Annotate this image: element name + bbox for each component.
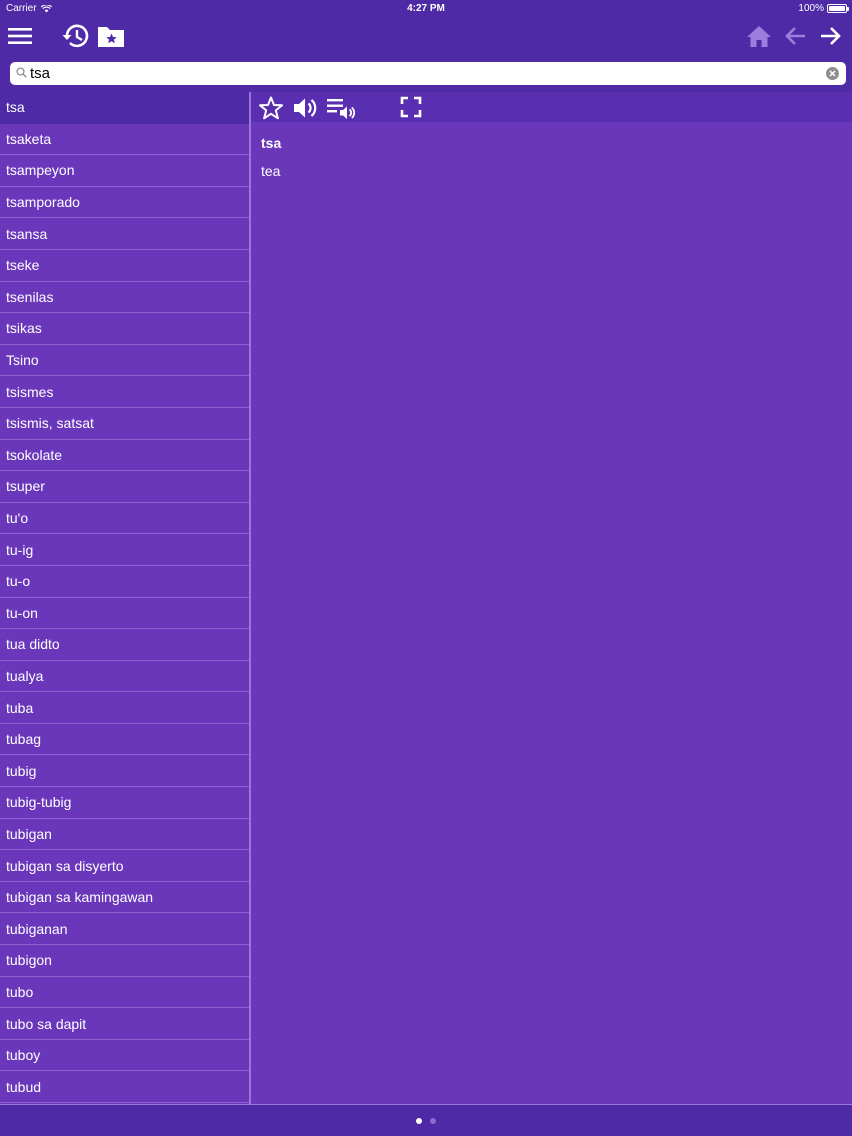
battery-percent: 100% (798, 3, 824, 14)
word-list-item[interactable]: tu-on (0, 598, 249, 630)
word-list-item[interactable]: tsuper (0, 471, 249, 503)
search-bar[interactable] (10, 62, 846, 85)
word-list-item[interactable]: tua didto (0, 629, 249, 661)
word-list-item[interactable]: tubag (0, 724, 249, 756)
word-list-item[interactable]: Tsino (0, 345, 249, 377)
star-icon[interactable] (258, 96, 284, 120)
word-list-item[interactable]: tubiganan (0, 913, 249, 946)
page-dot[interactable] (430, 1118, 436, 1124)
word-list-item[interactable]: tubud (0, 1071, 249, 1103)
clear-search-icon[interactable] (826, 67, 839, 80)
search-icon (16, 67, 27, 78)
word-list-item[interactable]: tsa (0, 92, 249, 124)
word-list-item[interactable]: tsaketa (0, 124, 249, 156)
speaker-icon[interactable] (292, 96, 318, 120)
word-list-item[interactable]: tsikas (0, 313, 249, 345)
word-list-item[interactable]: tsansa (0, 218, 249, 250)
arrow-left-icon[interactable] (782, 24, 808, 48)
status-time: 4:27 PM (407, 3, 445, 14)
playlist-audio-icon[interactable] (326, 96, 356, 120)
hamburger-icon[interactable] (6, 24, 34, 48)
history-clock-icon[interactable] (60, 22, 90, 50)
word-list-item[interactable]: tubo (0, 977, 249, 1009)
word-list-item[interactable]: tsampeyon (0, 155, 249, 187)
page-indicator[interactable] (0, 1118, 852, 1124)
word-list-item[interactable]: tubo sa dapit (0, 1008, 249, 1040)
word-list-item[interactable]: tubigon (0, 945, 249, 977)
page-dot[interactable] (416, 1118, 422, 1124)
word-list-item[interactable]: tsismes (0, 376, 249, 408)
word-list-item[interactable]: tubig-tubig (0, 787, 249, 819)
word-list-item[interactable]: tubigan sa kamingawan (0, 882, 249, 914)
definition-text: tea (261, 163, 281, 179)
word-list-item[interactable]: tseke (0, 250, 249, 282)
word-list-item[interactable]: tsenilas (0, 282, 249, 314)
status-bar: Carrier 4:27 PM 100% (0, 0, 852, 18)
battery-icon (827, 4, 849, 13)
detail-toolbar (251, 92, 852, 122)
word-list-item[interactable]: tubig (0, 755, 249, 788)
definition-pane: tsa tea (251, 122, 852, 1104)
top-bar: Carrier 4:27 PM 100% (0, 0, 852, 92)
home-icon[interactable] (745, 23, 773, 49)
word-list-item[interactable]: tsismis, satsat (0, 408, 249, 440)
word-list-item[interactable]: tualya (0, 661, 249, 693)
word-list-item[interactable]: tsokolate (0, 440, 249, 472)
word-list-item[interactable]: tuba (0, 692, 249, 724)
word-list[interactable]: tsa tsaketa tsampeyon tsamporado tsansa tseke… (0, 92, 249, 1104)
word-list-item[interactable]: tu'o (0, 503, 249, 535)
word-list-item[interactable]: tuboy (0, 1040, 249, 1072)
search-input[interactable] (30, 64, 820, 83)
arrow-right-icon[interactable] (818, 24, 844, 48)
word-list-item[interactable]: tsamporado (0, 187, 249, 219)
fullscreen-icon[interactable] (400, 96, 422, 118)
word-list-item[interactable]: tubigan (0, 819, 249, 851)
folder-star-icon[interactable] (97, 23, 125, 49)
battery-status: 100% (798, 3, 849, 14)
headword: tsa (261, 135, 282, 151)
word-list-item[interactable]: tubigan sa disyerto (0, 850, 249, 882)
word-list-item[interactable]: tu-o (0, 566, 249, 598)
word-list-item[interactable]: tu-ig (0, 534, 249, 566)
bottom-bar (0, 1104, 852, 1136)
